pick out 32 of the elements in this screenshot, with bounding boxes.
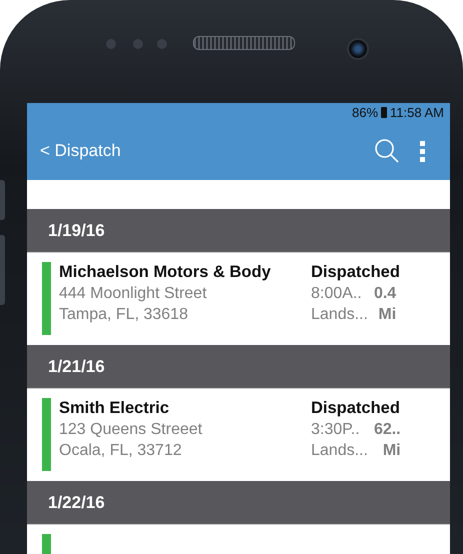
distance-value: 62.. [374, 420, 401, 440]
date-header: 1/22/16 [27, 481, 450, 525]
side-key-icon [0, 235, 5, 305]
date-header: 1/21/16 [27, 345, 450, 389]
sensor-icon [106, 39, 116, 49]
search-icon[interactable] [374, 138, 400, 164]
status-bar-indicator [42, 534, 51, 554]
customer-name: Michaelson Motors & Body [59, 262, 272, 283]
battery-percent: 86% [352, 105, 378, 120]
street-address: 123 Queens Streeet [59, 420, 204, 440]
overflow-menu-icon[interactable] [420, 140, 425, 162]
distance-unit: Mi [382, 441, 401, 461]
camera-icon [347, 38, 369, 60]
location-name: Lands... [311, 441, 368, 461]
sensor-icon [133, 39, 143, 49]
sensor-icon [157, 39, 167, 49]
side-key-icon [0, 180, 5, 220]
street-address: 444 Moonlight Street [59, 284, 208, 304]
distance-value: 0.4 [374, 284, 396, 304]
appointment-time: 3:30P.. [311, 420, 361, 440]
city-address: Tampa, FL, 33618 [59, 305, 189, 325]
speaker-grille-icon [193, 36, 295, 50]
appointment-time: 8:00A.. [311, 284, 363, 304]
job-status: Dispatched [311, 262, 400, 283]
location-name: Lands... [311, 305, 368, 325]
clock-time: 11:58 AM [390, 105, 444, 120]
date-header: 1/19/16 [27, 209, 450, 253]
job-status: Dispatched [311, 398, 401, 419]
distance-unit: Mi [377, 305, 396, 325]
battery-icon [381, 107, 388, 118]
customer-name: Smith Electric [59, 398, 170, 419]
city-address: Ocala, FL, 33712 [59, 441, 183, 461]
